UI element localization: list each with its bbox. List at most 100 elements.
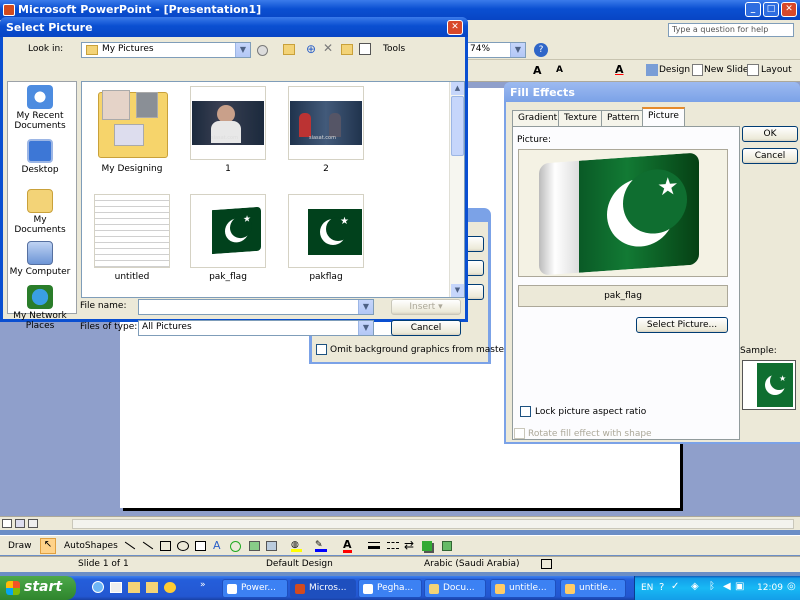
font-shrink-icon[interactable]: A: [556, 65, 563, 75]
line-color-icon[interactable]: ✎: [315, 540, 327, 552]
insert-button[interactable]: Insert ▾: [391, 299, 461, 315]
font-color-icon[interactable]: A: [615, 63, 624, 76]
diagram-icon[interactable]: [230, 541, 241, 552]
shadow-icon[interactable]: [422, 541, 432, 551]
help-search-input[interactable]: Type a question for help: [668, 23, 794, 37]
tab-pattern[interactable]: Pattern: [601, 110, 646, 126]
ie-icon[interactable]: [92, 581, 104, 593]
font-grow-icon[interactable]: A: [533, 64, 542, 77]
back-icon[interactable]: [257, 45, 268, 56]
picture-icon[interactable]: [266, 541, 277, 551]
folder-icon[interactable]: [146, 582, 158, 593]
help-icon[interactable]: ?: [534, 43, 548, 57]
files-of-type-select[interactable]: All Pictures ▼: [138, 320, 374, 336]
sync-icon[interactable]: ✓: [671, 581, 679, 592]
close-button[interactable]: ✕: [781, 2, 797, 17]
place-recent[interactable]: My Recent Documents: [7, 85, 73, 131]
language-indicator[interactable]: EN: [641, 583, 653, 593]
start-button[interactable]: start: [0, 576, 76, 600]
3d-style-icon[interactable]: [442, 541, 452, 551]
power-icon[interactable]: ◎: [787, 581, 796, 592]
picture-tab-page: Picture: ★ pak_flag Select Picture... Lo…: [512, 126, 740, 440]
quicklaunch-more-icon[interactable]: »: [200, 580, 206, 590]
arrow-style-icon[interactable]: ⇄: [404, 538, 414, 552]
textbox-icon[interactable]: [195, 541, 206, 551]
slide-sorter-icon[interactable]: [15, 519, 25, 528]
explorer-icon[interactable]: [128, 582, 140, 593]
scroll-thumb[interactable]: [451, 96, 464, 156]
new-slide-button[interactable]: New Slide: [704, 65, 748, 75]
tab-gradient[interactable]: Gradient: [512, 110, 564, 126]
fe-cancel-button[interactable]: Cancel: [742, 148, 798, 164]
place-computer[interactable]: My Computer: [7, 241, 73, 277]
autoshapes-menu[interactable]: AutoShapes: [64, 541, 118, 551]
file-item[interactable]: My Designing: [94, 86, 170, 174]
maximize-button[interactable]: □: [763, 2, 779, 17]
place-desktop[interactable]: Desktop: [7, 139, 73, 175]
draw-menu[interactable]: Draw: [8, 541, 32, 551]
task-untitled-1[interactable]: untitle...: [490, 579, 556, 598]
slideshow-icon[interactable]: [28, 519, 38, 528]
line-icon[interactable]: [124, 541, 136, 550]
file-item[interactable]: ★ pak_flag: [190, 194, 266, 282]
task-docu[interactable]: Docu...: [424, 579, 486, 598]
rectangle-icon[interactable]: [160, 541, 171, 551]
file-item[interactable]: siasat.com 1: [190, 86, 266, 174]
dialog-close-button[interactable]: ✕: [447, 20, 463, 35]
place-documents[interactable]: My Documents: [7, 189, 73, 235]
font-color-draw-icon[interactable]: A: [343, 539, 352, 553]
views-icon[interactable]: [359, 43, 371, 55]
file-list-scrollbar[interactable]: ▲ ▼: [449, 82, 464, 297]
file-list[interactable]: My Designing siasat.com 1 siasat.com 2 u…: [81, 81, 465, 298]
place-network[interactable]: My Network Places: [7, 285, 73, 331]
file-item[interactable]: siasat.com 2: [288, 86, 364, 174]
line-style-icon[interactable]: [368, 542, 380, 549]
file-item[interactable]: ★ pakflag: [288, 194, 364, 282]
desktop-icon[interactable]: [110, 582, 122, 593]
zoom-select[interactable]: 74% ▼: [466, 42, 526, 58]
minimize-button[interactable]: _: [745, 2, 761, 17]
network-icon[interactable]: ▣: [735, 581, 744, 592]
tab-texture[interactable]: Texture: [558, 110, 603, 126]
fill-color-icon[interactable]: ◍: [291, 540, 302, 552]
task-pegha[interactable]: Pegha...: [358, 579, 422, 598]
select-picture-button[interactable]: Select Picture...: [636, 317, 728, 333]
up-folder-icon[interactable]: [283, 44, 295, 55]
chevron-down-icon: ▼: [358, 300, 373, 314]
task-powerpoint-2[interactable]: Micros...: [290, 579, 356, 598]
delete-icon[interactable]: ✕: [323, 41, 333, 55]
media-icon[interactable]: [164, 582, 176, 593]
rotate-checkbox[interactable]: [514, 428, 525, 439]
scroll-up-icon[interactable]: ▲: [451, 82, 464, 95]
horizontal-scrollbar[interactable]: [72, 519, 794, 529]
file-label: untitled: [114, 272, 150, 282]
normal-view-icon[interactable]: [2, 519, 12, 528]
file-name-input[interactable]: ▼: [138, 299, 374, 315]
dash-style-icon[interactable]: [387, 542, 399, 549]
look-in-select[interactable]: My Pictures ▼: [81, 42, 251, 58]
file-item[interactable]: untitled: [94, 194, 170, 282]
search-web-icon[interactable]: ⊕: [306, 42, 316, 56]
tab-picture[interactable]: Picture: [642, 107, 685, 127]
help-tray-icon[interactable]: ?: [659, 582, 664, 593]
lock-aspect-checkbox[interactable]: [520, 406, 531, 417]
new-folder-icon[interactable]: [341, 44, 353, 55]
scroll-down-icon[interactable]: ▼: [451, 284, 464, 297]
bluetooth-icon[interactable]: ᛒ: [709, 581, 715, 592]
design-button[interactable]: Design: [659, 65, 690, 75]
security-icon[interactable]: ◈: [691, 581, 699, 592]
task-untitled-2[interactable]: untitle...: [560, 579, 626, 598]
oval-icon[interactable]: [177, 541, 189, 551]
ok-button[interactable]: OK: [742, 126, 798, 142]
cancel-button[interactable]: Cancel: [391, 320, 461, 336]
picture-name: pak_flag: [518, 285, 728, 307]
wordart-icon[interactable]: A: [213, 539, 221, 552]
layout-button[interactable]: Layout: [761, 65, 792, 75]
tools-menu[interactable]: Tools: [383, 44, 405, 54]
arrow-icon[interactable]: [142, 541, 154, 550]
select-pointer-icon[interactable]: ↖: [40, 538, 56, 554]
omit-graphics-checkbox[interactable]: [316, 344, 327, 355]
task-powerpoint-1[interactable]: Power...: [222, 579, 288, 598]
clipart-icon[interactable]: [249, 541, 260, 551]
volume-icon[interactable]: ◀: [723, 581, 731, 592]
